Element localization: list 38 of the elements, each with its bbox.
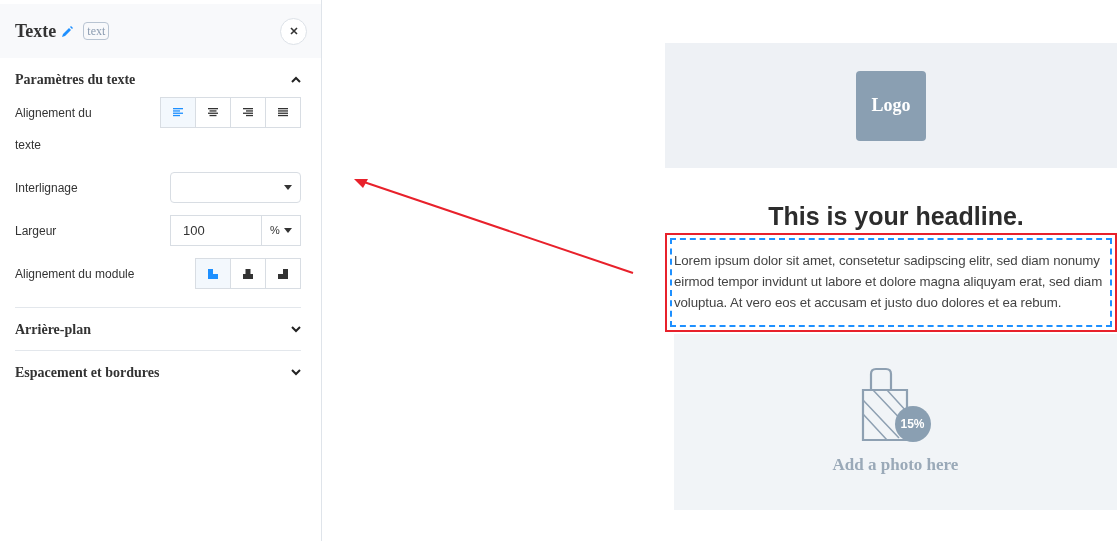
align-button[interactable]: [230, 258, 266, 289]
chevron-up-icon[interactable]: [291, 76, 301, 83]
discount-badge: 15%: [894, 406, 931, 443]
align-button[interactable]: [230, 97, 266, 128]
text-block-selection[interactable]: [665, 233, 1117, 332]
close-icon: [289, 27, 298, 35]
close-button[interactable]: [280, 17, 307, 45]
headline: This is your headline.: [767, 201, 1025, 231]
unit-select[interactable]: %: [261, 215, 301, 246]
select-field[interactable]: [170, 172, 301, 203]
chevron-down-icon[interactable]: [291, 369, 301, 376]
field-label: Largeur: [15, 223, 57, 240]
caret-icon: [283, 228, 292, 233]
pencil-icon[interactable]: [62, 25, 74, 37]
block-align-icon: [278, 268, 288, 279]
align-lines-icon: [243, 108, 253, 117]
block-align-icon: [243, 268, 253, 279]
paragraph-text: Lorem ipsum dolor sit amet, consetetur sadipscing elitr, sed diam nonumy eirmod tempor invidunt ut labore et dolore magna aliquyam erat, sed diam voluptua. At vero eos et accusam et justo duo dolores et ea rebum.: [674, 252, 1104, 312]
section-header[interactable]: Paramètres du texte: [15, 59, 301, 100]
caret-icon: [284, 185, 292, 190]
field-label: Alignement du module: [15, 266, 135, 283]
align-button[interactable]: [265, 258, 301, 289]
align-button[interactable]: [195, 97, 231, 128]
align-lines-icon: [173, 108, 183, 117]
photo-caption: Add a photo here: [832, 454, 959, 477]
chevron-down-icon[interactable]: [291, 326, 301, 333]
logo-text: Logo: [871, 94, 911, 117]
align-button[interactable]: [265, 97, 301, 128]
width-input[interactable]: 100: [170, 215, 262, 246]
align-lines-icon: [278, 108, 288, 117]
block-align-icon: [208, 268, 218, 279]
align-lines-icon: [208, 108, 218, 117]
field-label: Interlignage: [15, 180, 78, 197]
section-header[interactable]: Espacement et bordures: [15, 352, 301, 393]
type-badge: text: [83, 22, 110, 40]
field-label: Alignement du texte: [15, 105, 93, 154]
panel-title: Texte: [15, 19, 57, 43]
section-header[interactable]: Arrière-plan: [15, 309, 301, 350]
